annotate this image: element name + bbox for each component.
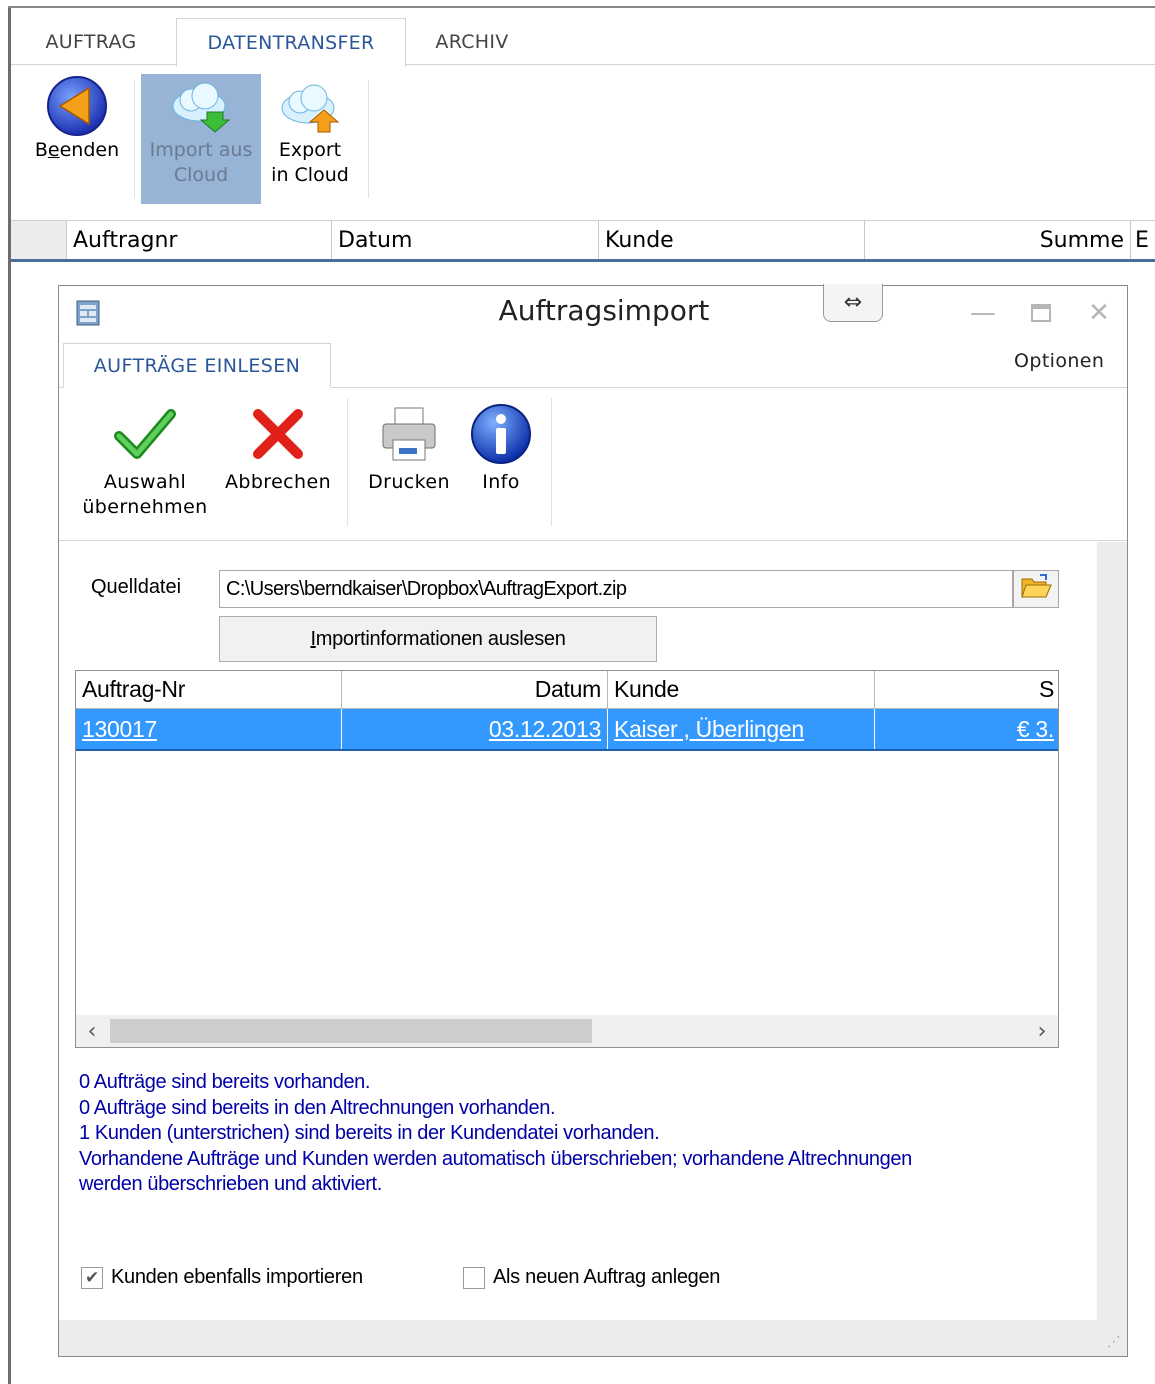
dialog-status-strip bbox=[59, 1320, 1127, 1356]
swap-icon[interactable]: ⇔ bbox=[823, 284, 883, 322]
accept-label-line2: übernehmen bbox=[82, 496, 208, 518]
cancel-button[interactable]: Abbrechen bbox=[219, 398, 337, 495]
close-icon[interactable]: ✕ bbox=[1079, 298, 1119, 328]
message-line: 1 Kunden (unterstrichen) sind bereits in… bbox=[79, 1122, 660, 1144]
cancel-label: Abbrechen bbox=[224, 471, 332, 493]
new-order-label: Als neuen Auftrag anlegen bbox=[493, 1266, 721, 1288]
column-e[interactable]: E bbox=[1131, 221, 1155, 259]
quit-button[interactable]: Beenden bbox=[28, 74, 126, 163]
scrollbar-thumb[interactable] bbox=[110, 1019, 592, 1043]
import-orders-table[interactable]: Auftrag-Nr Datum Kunde S 130017 03.12.20… bbox=[75, 670, 1059, 1048]
message-line: werden überschrieben und aktiviert. bbox=[79, 1173, 382, 1195]
import-dialog: Auftragsimport ⇔ — ✕ AUFTRÄGE EINLESEN O… bbox=[58, 284, 1128, 1357]
maximize-icon[interactable] bbox=[1021, 298, 1061, 328]
scroll-left-icon[interactable]: ‹ bbox=[76, 1015, 108, 1047]
import-messages: 0 Aufträge sind bereits vorhanden. 0 Auf… bbox=[79, 1070, 1039, 1198]
resize-grip-icon[interactable]: ⋰ bbox=[1107, 1334, 1121, 1350]
column-summe[interactable]: Summe bbox=[865, 221, 1131, 259]
quit-label: Beenden bbox=[34, 139, 120, 161]
cell-summe: € 3. bbox=[1016, 715, 1054, 742]
export-label-line2: in Cloud bbox=[271, 164, 349, 186]
column-auftragnr[interactable]: Auftragnr bbox=[67, 221, 332, 259]
read-button-label: mportinformationen auslesen bbox=[315, 627, 566, 650]
window-top-border bbox=[8, 6, 1155, 8]
info-button[interactable]: Info bbox=[463, 398, 539, 495]
info-icon bbox=[466, 398, 536, 470]
orders-grid-header: Auftragnr Datum Kunde Summe E bbox=[11, 220, 1155, 262]
checkmark-icon bbox=[110, 398, 180, 470]
cell-kunde: Kaiser , Überlingen bbox=[608, 709, 875, 749]
accept-selection-button[interactable]: Auswahl übernehmen bbox=[75, 398, 215, 520]
red-x-icon bbox=[243, 398, 313, 470]
print-button[interactable]: Drucken bbox=[359, 398, 459, 495]
cloud-upload-icon bbox=[278, 74, 342, 138]
checkbox-unchecked-icon[interactable] bbox=[463, 1266, 485, 1289]
column-datum[interactable]: Datum bbox=[332, 221, 599, 259]
app-icon bbox=[73, 298, 103, 328]
tab-auftrag[interactable]: AUFTRAG bbox=[22, 18, 160, 65]
read-import-info-button[interactable]: Importinformationen auslesen bbox=[219, 616, 657, 662]
open-folder-button[interactable] bbox=[1013, 570, 1059, 608]
dialog-side-strip bbox=[1097, 542, 1127, 1320]
tab-auftraege-einlesen[interactable]: AUFTRÄGE EINLESEN bbox=[63, 343, 331, 388]
source-file-label: Quelldatei bbox=[91, 576, 182, 598]
cloud-download-icon bbox=[169, 74, 233, 138]
back-arrow-icon bbox=[45, 74, 109, 138]
checkbox-checked-icon[interactable]: ✔ bbox=[81, 1266, 103, 1289]
tab-datentransfer[interactable]: DATENTRANSFER bbox=[176, 18, 406, 67]
column-kunde[interactable]: Kunde bbox=[599, 221, 865, 259]
column-summe[interactable]: S bbox=[875, 671, 1058, 709]
print-label: Drucken bbox=[368, 471, 450, 493]
export-label-line1: Export bbox=[278, 139, 342, 161]
import-customers-checkbox[interactable]: ✔ Kunden ebenfalls importieren bbox=[81, 1266, 363, 1289]
message-line: 0 Aufträge sind bereits in den Altrechnu… bbox=[79, 1096, 556, 1119]
dialog-title: Auftragsimport bbox=[498, 294, 710, 327]
column-kunde[interactable]: Kunde bbox=[608, 671, 875, 709]
ribbon-separator bbox=[134, 80, 135, 198]
accept-label-line1: Auswahl bbox=[103, 471, 187, 493]
folder-open-icon bbox=[1020, 573, 1052, 605]
cell-auftrag-nr: 130017 bbox=[76, 709, 342, 749]
ribbon-separator bbox=[368, 80, 369, 198]
window-left-border bbox=[8, 8, 11, 1384]
dialog-ribbon: Auswahl übernehmen Abbrechen Drucken Inf… bbox=[59, 388, 1127, 541]
scroll-right-icon[interactable]: › bbox=[1026, 1015, 1058, 1047]
source-file-input[interactable]: C:\Users\berndkaiser\Dropbox\AuftragExpo… bbox=[219, 570, 1013, 608]
table-row[interactable]: 130017 03.12.2013 Kaiser , Überlingen € … bbox=[76, 709, 1058, 751]
tab-archiv[interactable]: ARCHIV bbox=[412, 18, 532, 65]
row-header-corner bbox=[11, 221, 67, 259]
horizontal-scrollbar[interactable]: ‹ › bbox=[76, 1015, 1058, 1047]
export-to-cloud-button[interactable]: Export in Cloud bbox=[262, 74, 358, 188]
minimize-icon[interactable]: — bbox=[963, 298, 1003, 328]
column-auftrag-nr[interactable]: Auftrag-Nr bbox=[76, 671, 342, 709]
message-line: 0 Aufträge sind bereits vorhanden. bbox=[79, 1071, 371, 1093]
import-label-line1: Import aus bbox=[149, 139, 253, 161]
import-from-cloud-button[interactable]: Import aus Cloud bbox=[141, 74, 261, 204]
new-order-checkbox[interactable]: Als neuen Auftrag anlegen bbox=[463, 1266, 720, 1289]
import-label-line2: Cloud bbox=[173, 164, 229, 186]
cell-datum: 03.12.2013 bbox=[342, 709, 608, 749]
ribbon-separator bbox=[551, 398, 552, 526]
info-label: Info bbox=[482, 471, 520, 493]
column-datum[interactable]: Datum bbox=[342, 671, 608, 709]
message-line: Vorhandene Aufträge und Kunden werden au… bbox=[79, 1147, 912, 1170]
ribbon-separator bbox=[347, 398, 348, 526]
printer-icon bbox=[374, 398, 444, 470]
import-customers-label: Kunden ebenfalls importieren bbox=[111, 1266, 363, 1288]
options-menu[interactable]: Optionen bbox=[1014, 350, 1104, 372]
